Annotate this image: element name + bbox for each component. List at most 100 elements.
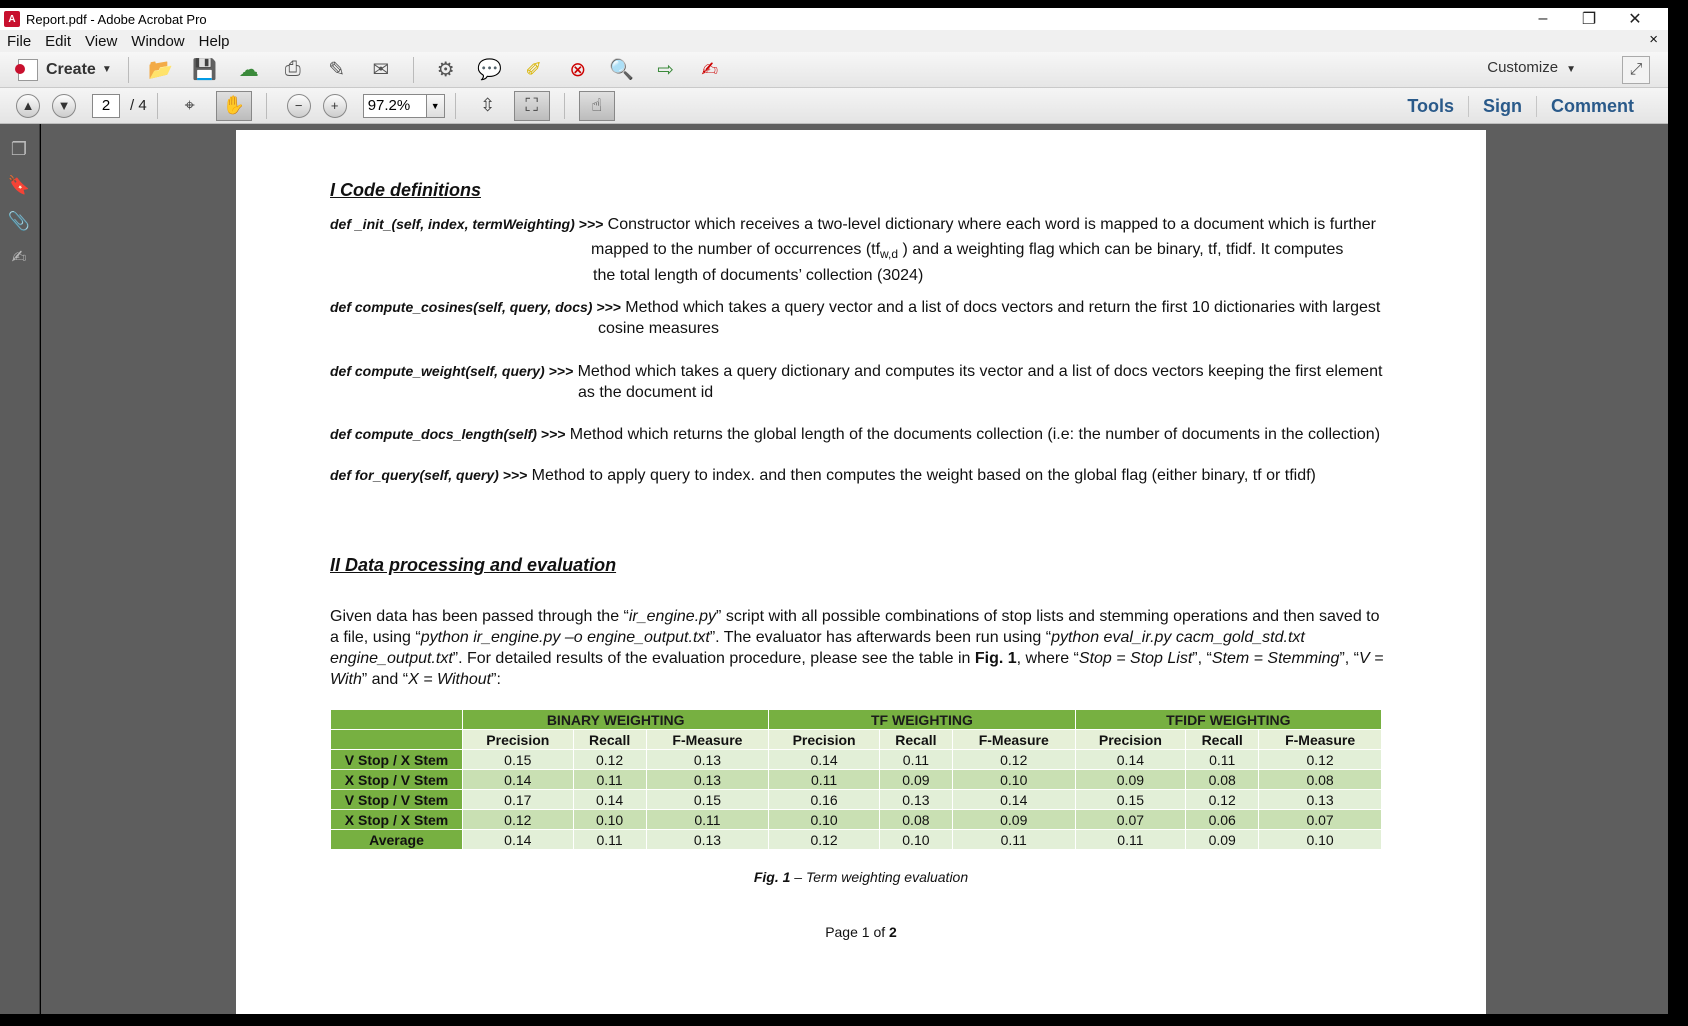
window-edge bbox=[1668, 8, 1688, 1014]
table-row: Average 0.14 0.11 0.13 0.12 0.10 0.11 0.… bbox=[330, 829, 1382, 850]
menu-help[interactable]: Help bbox=[192, 33, 237, 50]
next-page-icon[interactable]: ▼ bbox=[52, 93, 76, 118]
definition-compute-cosines: def compute_cosines(self, query, docs) >… bbox=[330, 297, 1410, 339]
toolbar-divider bbox=[127, 56, 129, 83]
open-folder-icon[interactable]: 📂 bbox=[143, 55, 179, 85]
definition-text: Constructor which receives a two-level d… bbox=[603, 216, 1376, 233]
highlight-icon[interactable]: ✐ bbox=[516, 55, 552, 85]
paragraph-text: ”, “ bbox=[1339, 650, 1359, 667]
table-cell: 0.09 bbox=[1074, 769, 1187, 790]
table-cell: 0.10 bbox=[878, 829, 953, 850]
definition-continuation: as the document id bbox=[578, 384, 714, 401]
menu-window[interactable]: Window bbox=[124, 33, 191, 50]
table-row: X Stop / V Stem 0.14 0.11 0.13 0.11 0.09… bbox=[330, 769, 1382, 790]
table-cell: 0.14 bbox=[462, 769, 574, 790]
page-number-input[interactable]: 2 bbox=[92, 93, 120, 118]
restore-icon[interactable]: ❐ bbox=[1566, 8, 1612, 30]
table-cell: 0.13 bbox=[645, 749, 770, 770]
table-column-header: F-Measure bbox=[645, 729, 770, 750]
bookmarks-icon[interactable]: 🔖 bbox=[8, 174, 30, 196]
table-column-header: F-Measure bbox=[951, 729, 1076, 750]
zoom-out-icon[interactable]: − bbox=[286, 93, 311, 118]
email-icon[interactable]: ✉ bbox=[363, 55, 399, 85]
previous-page-icon[interactable]: ▲ bbox=[16, 93, 40, 118]
table-cell: 0.11 bbox=[572, 769, 647, 790]
settings-gear-icon[interactable]: ⚙ bbox=[428, 55, 464, 85]
caption-label: Fig. 1 bbox=[753, 869, 791, 885]
paragraph-text: ”, “ bbox=[1192, 650, 1212, 667]
print-icon[interactable]: ⎙ bbox=[275, 55, 311, 85]
customize-dropdown[interactable]: Customize ▼ bbox=[1487, 59, 1576, 76]
table-cell: 0.12 bbox=[1185, 789, 1260, 810]
attachments-icon[interactable]: 📎 bbox=[8, 210, 30, 232]
toolbar-divider bbox=[454, 92, 456, 119]
select-cursor-icon[interactable]: ⌖ bbox=[172, 91, 208, 121]
page-total: / 4 bbox=[130, 97, 147, 114]
create-button[interactable]: Create ▼ bbox=[12, 56, 118, 84]
create-button-label: Create bbox=[46, 60, 96, 78]
table-row: V Stop / X Stem 0.15 0.12 0.13 0.14 0.11… bbox=[330, 749, 1382, 770]
comment-pane-link[interactable]: Comment bbox=[1535, 95, 1648, 117]
menu-view[interactable]: View bbox=[78, 33, 124, 50]
window-title: Report.pdf - Adobe Acrobat Pro bbox=[26, 11, 207, 27]
paragraph-italic: Stem = Stemming bbox=[1211, 650, 1340, 667]
scroll-mode-icon[interactable]: ⇳ bbox=[470, 91, 506, 121]
zoom-dropdown-icon[interactable]: ▼ bbox=[426, 93, 445, 118]
table-cell: 0.10 bbox=[572, 809, 647, 830]
hand-tool-icon[interactable]: ✋ bbox=[215, 90, 252, 121]
close-icon[interactable]: ✕ bbox=[1612, 8, 1658, 30]
full-screen-icon[interactable]: ⤢ bbox=[1622, 56, 1650, 84]
sign-pane-link[interactable]: Sign bbox=[1467, 95, 1536, 117]
table-cell: 0.14 bbox=[951, 789, 1076, 810]
zoom-level-input[interactable]: 97.2% bbox=[362, 93, 427, 118]
zoom-in-icon[interactable]: + bbox=[322, 93, 347, 118]
definition-init: def _init_(self, index, termWeighting) >… bbox=[330, 214, 1410, 286]
sign-document-icon[interactable]: ✍ bbox=[692, 55, 728, 85]
definition-compute-docs-length: def compute_docs_length(self) >>> Method… bbox=[330, 424, 1430, 445]
caption-text: – Term weighting evaluation bbox=[790, 869, 969, 885]
table-cell: 0.13 bbox=[1258, 789, 1382, 810]
minimize-icon[interactable]: – bbox=[1520, 8, 1566, 30]
table-cell: 0.07 bbox=[1258, 809, 1382, 830]
table-cell: 0.11 bbox=[1185, 749, 1260, 770]
comment-bubble-icon[interactable]: 💬 bbox=[472, 55, 508, 85]
paragraph-bold: Fig. 1 bbox=[974, 650, 1017, 667]
table-row-label: V Stop / X Stem bbox=[330, 749, 463, 770]
read-mode-icon[interactable]: ☝ bbox=[578, 90, 615, 121]
export-icon[interactable]: ⇨ bbox=[648, 55, 684, 85]
table-cell: 0.12 bbox=[768, 829, 880, 850]
search-document-icon[interactable]: 🔍 bbox=[604, 55, 640, 85]
menu-file[interactable]: File bbox=[0, 33, 38, 50]
definition-signature: def compute_docs_length(self) >>> bbox=[330, 426, 566, 442]
table-column-header: F-Measure bbox=[1258, 729, 1382, 750]
fit-page-icon[interactable]: ⛶ bbox=[513, 90, 550, 121]
edit-document-icon[interactable]: ✎ bbox=[319, 55, 355, 85]
definition-continuation: the total length of documents’ collectio… bbox=[593, 267, 924, 285]
upload-cloud-icon[interactable]: ☁ bbox=[231, 55, 267, 85]
menu-edit[interactable]: Edit bbox=[38, 33, 78, 50]
table-row: V Stop / V Stem 0.17 0.14 0.15 0.16 0.13… bbox=[330, 789, 1382, 810]
table-subheader-row: Precision Recall F-Measure Precision Rec… bbox=[330, 729, 1382, 750]
definition-text: ) and a weighting flag which can be bina… bbox=[898, 241, 1344, 258]
page-footer: Page 1 of 2 bbox=[236, 924, 1486, 940]
signatures-icon[interactable]: ✍ bbox=[8, 246, 30, 268]
page-thumbnails-icon[interactable]: ❐ bbox=[8, 138, 30, 160]
save-icon[interactable]: 💾 bbox=[187, 55, 223, 85]
table-cell: 0.11 bbox=[645, 809, 770, 830]
document-close-icon[interactable]: × bbox=[1649, 31, 1658, 48]
page-footer-text: Page 1 of bbox=[825, 924, 890, 940]
definition-text: mapped to the number of occurrences (tf bbox=[591, 241, 881, 258]
navigation-toolbar: ▲ ▼ 2 / 4 ⌖ ✋ − + 97.2% ▼ ⇳ ⛶ ☝ Tools Si… bbox=[0, 88, 1668, 124]
paragraph-text: ”. The evaluator has afterwards been run… bbox=[709, 629, 1052, 646]
table-cell: 0.06 bbox=[1185, 809, 1260, 830]
paragraph-text: ”. For detailed results of the evaluatio… bbox=[452, 650, 975, 667]
definition-signature: def compute_weight(self, query) >>> bbox=[330, 363, 574, 379]
toolbar-divider bbox=[412, 56, 414, 83]
delete-page-icon[interactable]: ⊗ bbox=[560, 55, 596, 85]
paragraph-italic: python ir_engine.py –o engine_output.txt bbox=[420, 629, 710, 646]
table-cell: 0.12 bbox=[951, 749, 1076, 770]
table-corner-cell bbox=[330, 729, 463, 750]
tools-pane-link[interactable]: Tools bbox=[1393, 96, 1468, 117]
definition-continuation: cosine measures bbox=[598, 320, 719, 337]
table-column-header: Recall bbox=[1185, 729, 1260, 750]
